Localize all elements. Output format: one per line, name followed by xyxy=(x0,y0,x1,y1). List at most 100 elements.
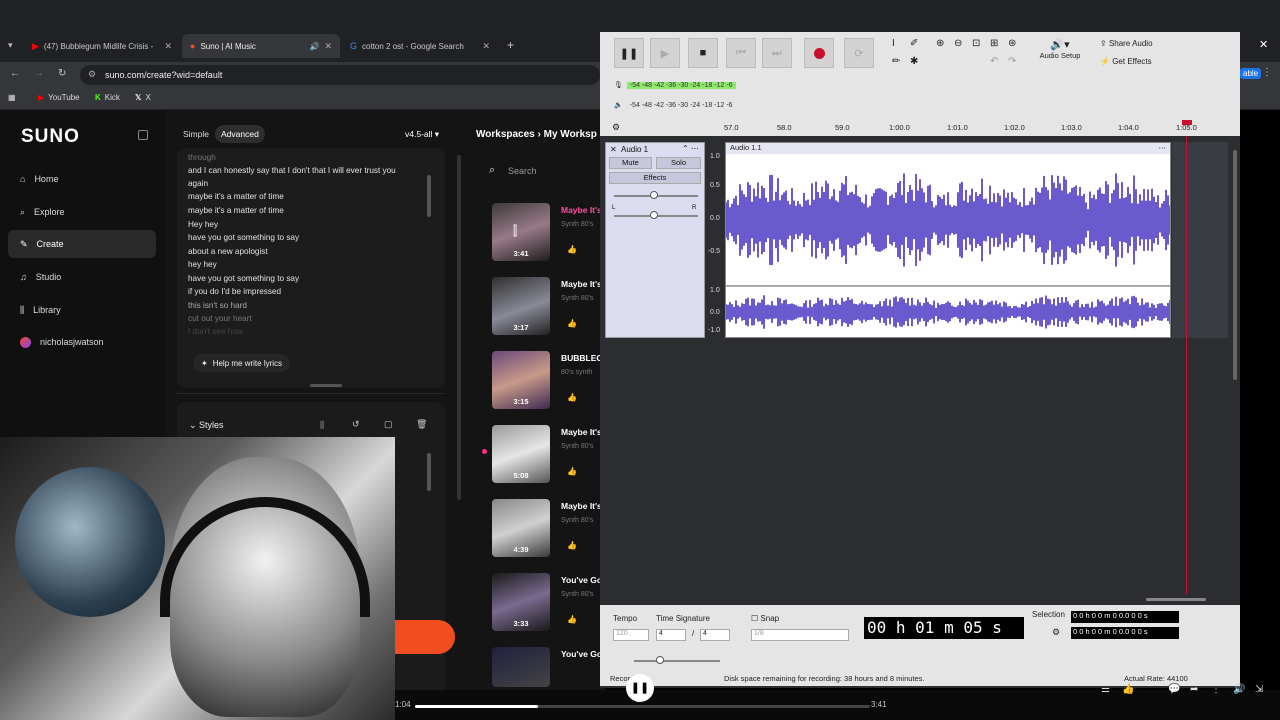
selection-start[interactable]: 0 0 h 0 0 m 0 0.0 0 0 s xyxy=(1071,611,1179,623)
comment-icon[interactable]: 💬 xyxy=(1168,684,1180,695)
back-icon[interactable]: ← xyxy=(10,68,20,79)
play-pause-button[interactable]: ❚❚ xyxy=(626,674,654,702)
song-title[interactable]: Maybe It's xyxy=(561,501,602,511)
apps-icon[interactable]: ▦ xyxy=(8,93,16,102)
snap-select[interactable]: 1/8 xyxy=(751,629,849,641)
queue-icon[interactable]: ☰ xyxy=(1101,684,1110,695)
bookmark-kick[interactable]: K Kick xyxy=(95,93,120,102)
track-menu-icon[interactable]: ⌃ ⋯ xyxy=(682,144,699,153)
sidebar-item-explore[interactable]: ⌕ Explore xyxy=(8,198,156,226)
song-thumbnail[interactable]: 3:17 xyxy=(492,277,550,335)
like-icon[interactable]: 👍 xyxy=(567,319,577,328)
close-icon[interactable]: ✕ xyxy=(482,41,490,52)
time-signature-denominator[interactable]: 4 xyxy=(700,629,730,641)
song-thumbnail[interactable] xyxy=(492,647,550,687)
timeline-ruler[interactable]: ⚙ 57.0 58.0 59.0 1:00.0 1:01.0 1:02.0 1:… xyxy=(600,120,1240,136)
song-title[interactable]: You've Go xyxy=(561,575,602,585)
tab-suno[interactable]: ● Suno | AI Music 🔊 ✕ xyxy=(182,34,340,58)
create-button[interactable] xyxy=(395,620,455,654)
new-tab-button[interactable]: + xyxy=(507,38,514,52)
song-thumbnail[interactable]: 3:15 xyxy=(492,351,550,409)
tab-advanced[interactable]: Advanced xyxy=(215,125,265,143)
lyrics-box[interactable] xyxy=(177,148,445,388)
sidebar-item-create[interactable]: ✎ Create xyxy=(8,230,156,258)
bookmark-x[interactable]: 𝕏X xyxy=(135,93,151,102)
vertical-scrollbar[interactable] xyxy=(1233,150,1237,380)
loop-button[interactable]: ⟳ xyxy=(844,38,874,68)
horizontal-scrollbar[interactable] xyxy=(1146,598,1206,601)
tab-youtube[interactable]: ▶ (47) Bubblegum Midlife Crisis - ✕ xyxy=(24,34,180,58)
panel-scrollbar[interactable] xyxy=(457,155,461,500)
multi-tool-icon[interactable]: ✱ xyxy=(910,56,918,67)
share-icon[interactable]: ➦ xyxy=(1190,684,1198,695)
close-track-icon[interactable]: ✕ xyxy=(610,145,617,154)
library-icon[interactable]: ⫼ xyxy=(320,420,324,431)
share-audio-button[interactable]: ⇪ Share Audio xyxy=(1100,39,1153,48)
fit-selection-icon[interactable]: ⊡ xyxy=(972,38,980,49)
reload-icon[interactable]: ↻ xyxy=(58,68,66,79)
snap-checkbox[interactable]: ☐ Snap xyxy=(751,614,779,623)
tempo-input[interactable]: 120 xyxy=(613,629,649,641)
extension-badge[interactable]: able xyxy=(1240,68,1262,79)
song-title[interactable]: BUBBLEG xyxy=(561,353,603,363)
close-icon[interactable]: ✕ xyxy=(324,41,332,52)
song-title[interactable]: Maybe It's xyxy=(561,205,602,215)
play-button[interactable]: ▶ xyxy=(650,38,680,68)
song-thumbnail[interactable]: 3:33 xyxy=(492,573,550,631)
speaker-icon[interactable]: 🔊 xyxy=(309,42,319,51)
zoom-out-icon[interactable]: ⊖ xyxy=(954,38,962,49)
like-icon[interactable]: 👍 xyxy=(567,615,577,624)
sidebar-item-library[interactable]: ⫼ Library xyxy=(8,296,156,324)
draw-tool-icon[interactable]: ✏ xyxy=(892,56,900,67)
pause-button[interactable]: ❚❚ xyxy=(614,38,644,68)
time-signature-numerator[interactable]: 4 xyxy=(656,629,686,641)
timeline-settings-icon[interactable]: ⚙ xyxy=(612,122,620,133)
playback-meter[interactable]: 🔈 -54 -48 -42 -36 -30 -24 -18 -12 -6 xyxy=(614,99,789,111)
time-display[interactable]: 00 h 01 m 05 s xyxy=(864,617,1024,639)
tab-google[interactable]: G cotton 2 ost - Google Search ✕ xyxy=(342,34,498,58)
song-thumbnail[interactable]: 5:08 xyxy=(492,425,550,483)
url-field[interactable]: ⚙ suno.com/create?wid=default xyxy=(80,65,600,85)
song-thumbnail[interactable]: 4:39 xyxy=(492,499,550,557)
redo-icon[interactable]: ↷ xyxy=(1008,56,1016,67)
mute-button[interactable]: Mute xyxy=(609,157,652,169)
like-icon[interactable]: 👍 xyxy=(567,393,577,402)
resize-handle[interactable] xyxy=(310,384,342,387)
styles-toggle[interactable]: ⌄ Styles xyxy=(189,420,224,431)
more-icon[interactable]: ⋮ xyxy=(1211,684,1221,695)
skip-start-button[interactable]: ⏮ xyxy=(726,38,756,68)
get-effects-button[interactable]: ⚡ Get Effects xyxy=(1100,57,1152,66)
copy-icon[interactable]: ▢ xyxy=(384,419,393,430)
suno-logo[interactable]: SUNO xyxy=(21,126,80,148)
waveform-clip[interactable]: Audio 1.1 ⋯ xyxy=(725,142,1171,338)
tab-simple[interactable]: Simple xyxy=(183,129,209,139)
sidebar-item-profile[interactable]: nicholasjwatson xyxy=(8,328,156,356)
song-title[interactable]: Maybe It's xyxy=(561,279,602,289)
clip-menu-icon[interactable]: ⋯ xyxy=(1159,143,1167,152)
play-speed-thumb[interactable] xyxy=(656,656,664,664)
song-thumbnail[interactable]: ⫿ 3:41 xyxy=(492,203,550,261)
version-select[interactable]: v4.5-all ▾ xyxy=(405,129,439,140)
site-info-icon[interactable]: ⚙ xyxy=(88,69,96,80)
lyrics-scrollbar[interactable] xyxy=(427,175,431,217)
audio-setup-button[interactable]: 🔊▾ Audio Setup xyxy=(1034,38,1086,60)
volume-icon[interactable]: 🔊 xyxy=(1233,684,1245,695)
sidebar-item-home[interactable]: ⌂ Home xyxy=(8,165,156,193)
menu-icon[interactable]: ⋮ xyxy=(1262,67,1272,78)
close-icon[interactable]: ✕ xyxy=(164,41,172,52)
forward-icon[interactable]: → xyxy=(34,68,44,79)
song-title[interactable]: You've Go xyxy=(561,649,602,659)
song-title[interactable]: Maybe It's xyxy=(561,427,602,437)
search-input[interactable]: Search xyxy=(508,166,537,176)
pan-slider-thumb[interactable] xyxy=(650,211,658,219)
breadcrumb[interactable]: Workspaces › My Worksp xyxy=(476,129,597,140)
like-icon[interactable]: 👍 xyxy=(567,245,577,254)
styles-scrollbar[interactable] xyxy=(427,453,431,491)
help-write-lyrics-button[interactable]: ✦ Help me write lyrics xyxy=(193,354,291,372)
bookmark-youtube[interactable]: ▶ YouTube xyxy=(38,93,80,102)
undo-icon[interactable]: ↶ xyxy=(990,56,998,67)
close-icon[interactable]: ✕ xyxy=(1259,38,1268,51)
playhead-marker[interactable] xyxy=(1182,120,1192,125)
gain-slider-thumb[interactable] xyxy=(650,191,658,199)
envelope-tool-icon[interactable]: ✐ xyxy=(910,38,918,49)
